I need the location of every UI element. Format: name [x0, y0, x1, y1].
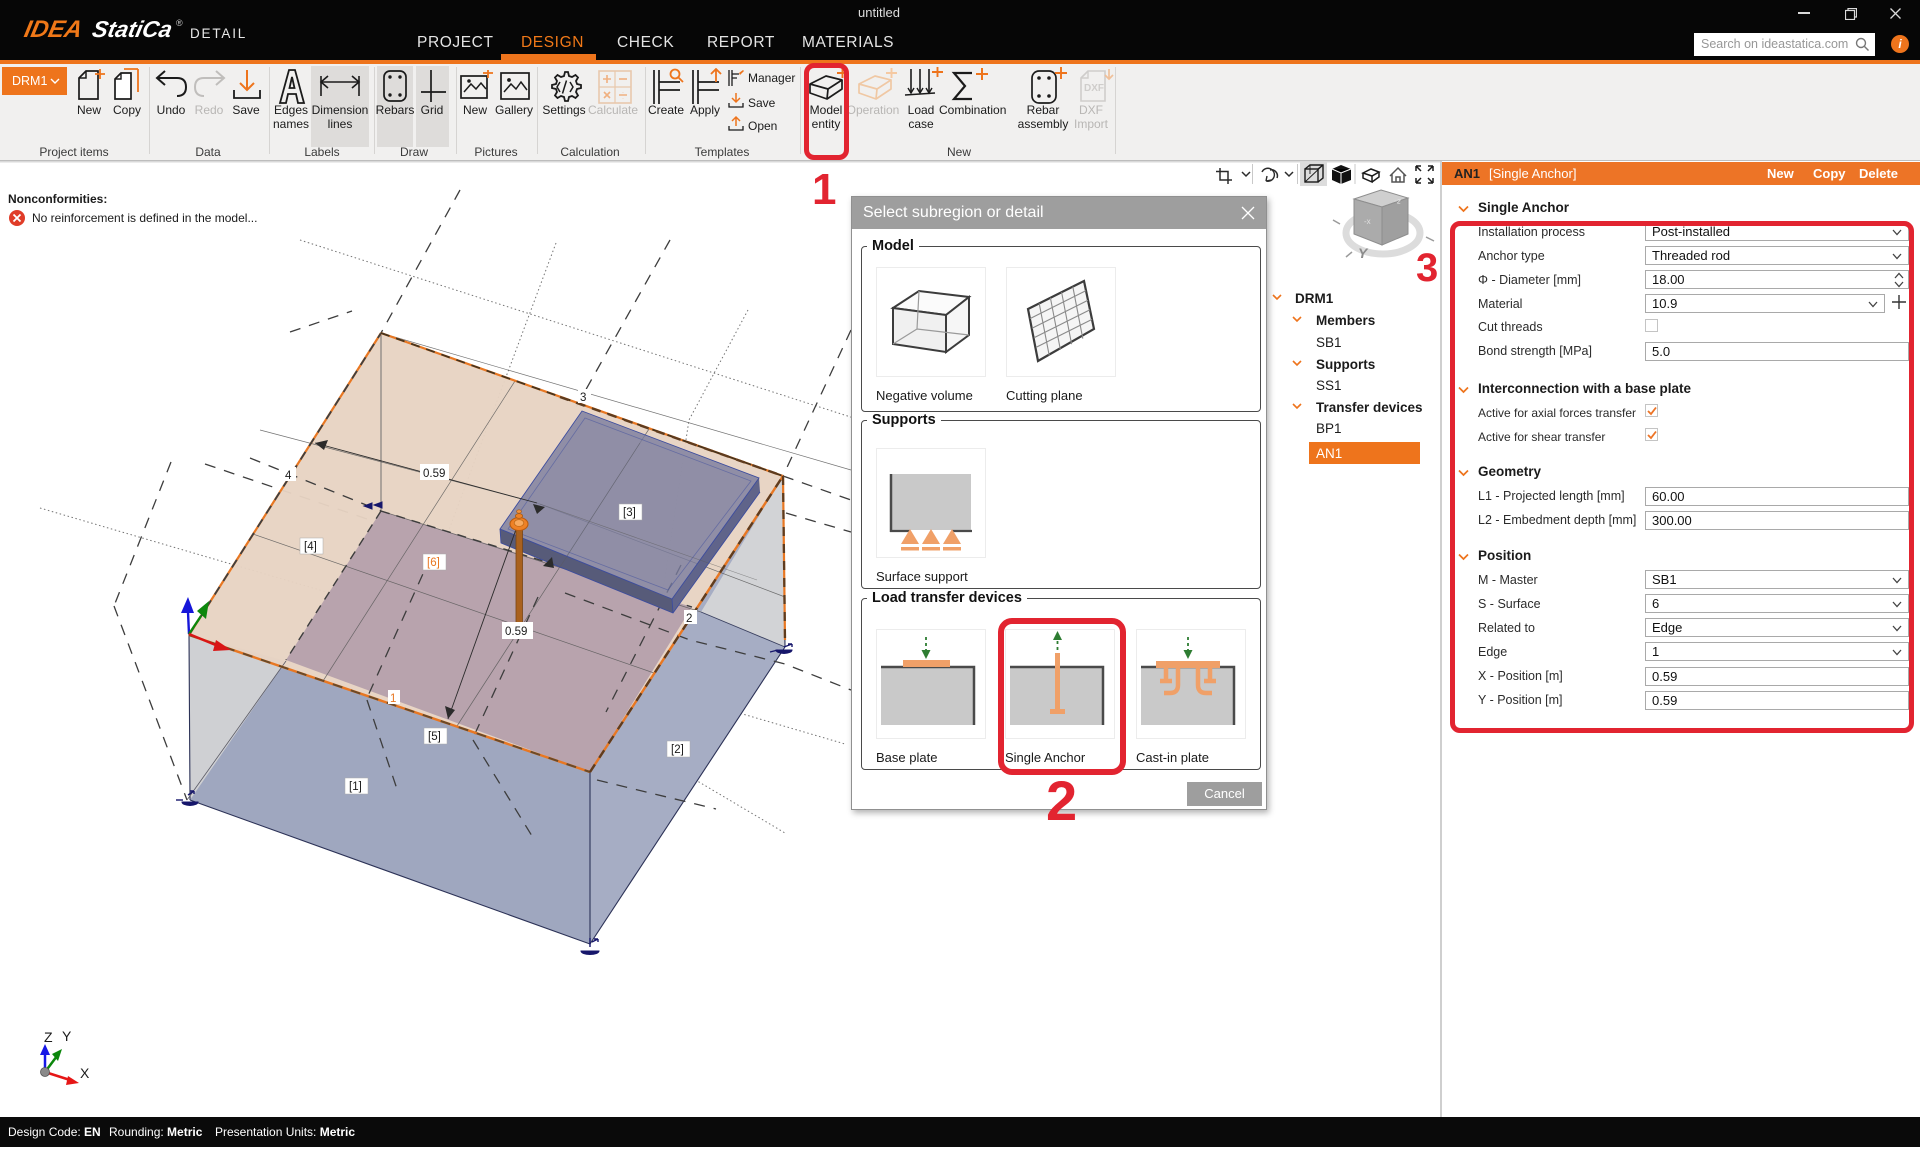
svg-text:IDEA: IDEA: [22, 16, 85, 43]
svg-text:SB1: SB1: [1316, 335, 1342, 350]
svg-text:-x: -x: [1364, 217, 1371, 226]
svg-text:Y: Y: [62, 1028, 72, 1044]
svg-text:No reinforcement is defined in: No reinforcement is defined in the model…: [32, 211, 257, 225]
svg-text:BP1: BP1: [1316, 421, 1342, 436]
svg-text:1: 1: [390, 693, 396, 705]
svg-text:Nonconformities:: Nonconformities:: [8, 192, 107, 206]
svg-text:®: ®: [176, 18, 183, 28]
svg-text:2: 2: [686, 613, 692, 625]
svg-text:X: X: [80, 1065, 90, 1081]
svg-text:[1]: [1]: [349, 781, 362, 793]
svg-text:AN1: AN1: [1316, 446, 1342, 461]
svg-text:DXF: DXF: [1084, 83, 1104, 94]
svg-text:[2]: [2]: [671, 744, 684, 756]
svg-text:[6]: [6]: [427, 557, 440, 569]
svg-text:[3]: [3]: [623, 507, 636, 519]
svg-text:DRM1: DRM1: [1295, 291, 1334, 306]
svg-text:Members: Members: [1316, 313, 1375, 328]
svg-text:-z: -z: [1394, 196, 1402, 206]
svg-text:Z: Z: [44, 1029, 53, 1045]
svg-text:Supports: Supports: [1316, 357, 1375, 372]
svg-text:0.59: 0.59: [505, 626, 527, 638]
svg-text:[5]: [5]: [428, 731, 441, 743]
svg-text:SS1: SS1: [1316, 378, 1342, 393]
svg-text:Transfer devices: Transfer devices: [1316, 400, 1423, 415]
svg-text:4: 4: [285, 470, 292, 482]
svg-text:StatiCa: StatiCa: [90, 16, 175, 42]
svg-text:[4]: [4]: [304, 541, 317, 553]
svg-text:3: 3: [580, 392, 586, 404]
svg-text:0.59: 0.59: [423, 468, 445, 480]
